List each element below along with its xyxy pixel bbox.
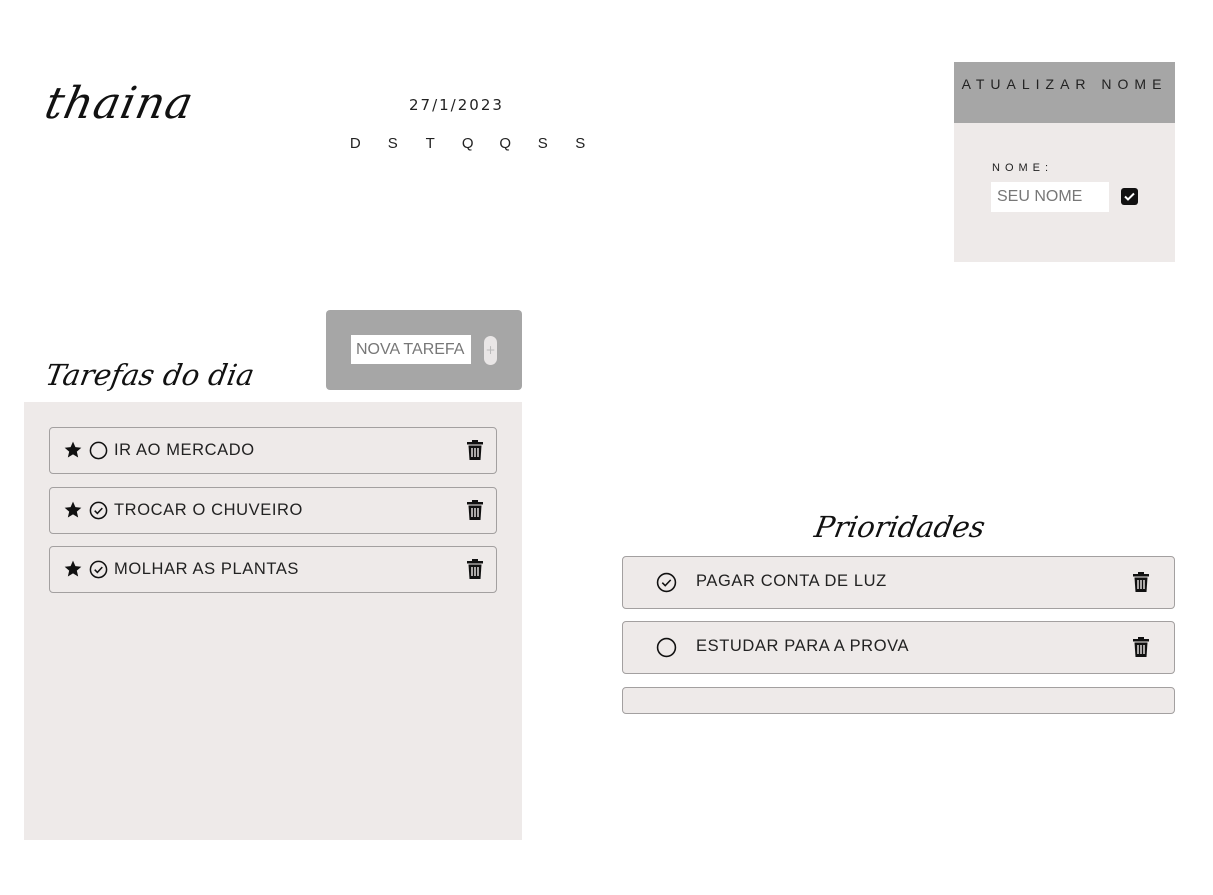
star-icon[interactable] [63, 500, 83, 520]
confirm-name-checkbox[interactable] [1121, 188, 1138, 205]
circle-icon[interactable] [89, 441, 108, 460]
priority-label: PAGAR CONTA DE LUZ [696, 572, 887, 590]
task-item: TROCAR O CHUVEIRO [49, 487, 497, 534]
name-label: NOME: [992, 162, 1054, 174]
trash-icon[interactable] [466, 440, 484, 461]
trash-icon[interactable] [1132, 637, 1150, 658]
circle-icon[interactable] [656, 637, 677, 658]
task-label: TROCAR O CHUVEIRO [114, 501, 303, 519]
logo: thaina [40, 78, 199, 129]
update-name-card: ATUALIZAR NOME NOME: [954, 62, 1175, 262]
priority-item: ESTUDAR PARA A PROVA [622, 621, 1175, 674]
priorities-title: Prioridades [812, 510, 988, 544]
task-item: MOLHAR AS PLANTAS [49, 546, 497, 593]
priority-item: PAGAR CONTA DE LUZ [622, 556, 1175, 609]
task-item: IR AO MERCADO [49, 427, 497, 474]
star-icon[interactable] [63, 559, 83, 579]
weekday: S [537, 135, 549, 152]
task-label: MOLHAR AS PLANTAS [114, 560, 300, 578]
trash-icon[interactable] [466, 500, 484, 521]
priority-empty-slot [622, 687, 1175, 714]
task-label: IR AO MERCADO [114, 441, 255, 459]
check-circle-icon[interactable] [89, 560, 108, 579]
tasks-title: Tarefas do dia [43, 358, 257, 392]
weekday: S [575, 135, 587, 152]
star-icon[interactable] [63, 440, 83, 460]
new-task-form: + [326, 310, 522, 390]
current-date: 27/1/2023 [409, 96, 504, 114]
new-task-input[interactable] [351, 335, 471, 364]
trash-icon[interactable] [1132, 572, 1150, 593]
weekday-row: D S T Q Q S S [336, 135, 599, 152]
update-name-title: ATUALIZAR NOME [954, 62, 1175, 123]
weekday: Q [461, 135, 475, 152]
weekday: S [387, 135, 399, 152]
check-circle-icon[interactable] [656, 572, 677, 593]
check-icon [1124, 192, 1135, 201]
weekday: T [425, 135, 436, 152]
priority-label: ESTUDAR PARA A PROVA [696, 637, 910, 655]
add-task-button[interactable]: + [484, 336, 497, 365]
weekday: Q [499, 135, 513, 152]
trash-icon[interactable] [466, 559, 484, 580]
name-input[interactable] [991, 182, 1109, 212]
weekday: D [349, 135, 362, 152]
check-circle-icon[interactable] [89, 501, 108, 520]
tasks-panel: IR AO MERCADO TROCAR O CHUVEIRO MOLHAR A… [24, 402, 522, 840]
